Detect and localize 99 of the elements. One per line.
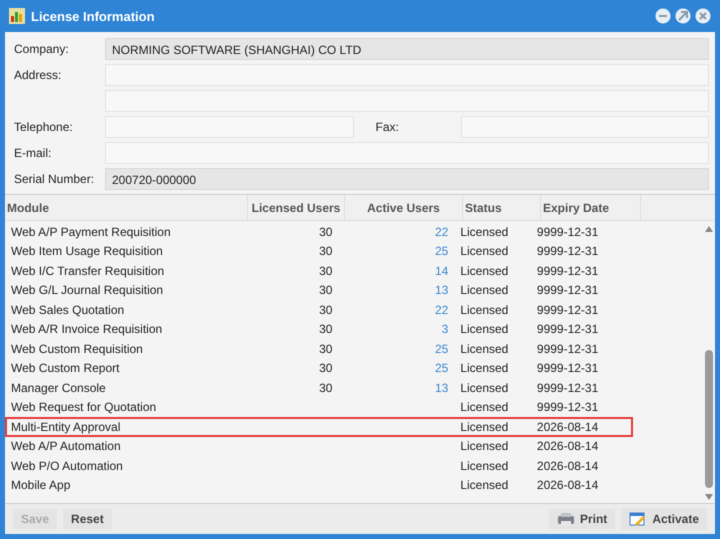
column-header[interactable]: Status: [463, 195, 541, 220]
table-cell-text: Web G/L Journal Requisition: [10, 283, 164, 298]
table-cell-text: Web Item Usage Requisition: [10, 244, 164, 258]
footer-button[interactable]: Reset: [63, 509, 112, 529]
table-cell-text: 3: [440, 322, 450, 336]
table-cell-text: Licensed: [459, 380, 510, 395]
table-cell-text: 2026-08-14: [536, 458, 600, 473]
table-cell-text: 13: [434, 380, 450, 395]
table-row[interactable]: Web A/P Payment Requisition 30 22 Licensed 9999-12-31: [5, 222, 633, 242]
table-cell-text: Web P/O Automation: [10, 458, 124, 473]
table-row[interactable]: Web G/L Journal Requisition 30 13 Licensed 9999-12-31: [5, 280, 633, 300]
table-cell-text: Licensed: [459, 322, 510, 336]
table-row[interactable]: Web Custom Report 30 25 Licensed 9999-12-31: [5, 358, 633, 378]
table-cell-text: 22: [434, 302, 450, 317]
table-row[interactable]: Web Custom Requisition 30 25 Licensed 9999-12-31: [5, 339, 633, 358]
table-cell-text: 25: [434, 342, 450, 356]
table-cell-text: 30: [318, 224, 334, 239]
table-cell-text: 30: [318, 244, 334, 258]
table-cell-text: 9999-12-31: [536, 380, 600, 395]
table-row[interactable]: Web I/C Transfer Requisition 30 14 Licensed 9999-12-31: [5, 261, 633, 280]
window-title: License Information: [31, 8, 155, 24]
field-label: Telephone:: [13, 120, 74, 134]
table-cell-text: 2026-08-14: [536, 478, 600, 492]
field-label: Serial Number:: [13, 172, 96, 186]
table-cell-text: 13: [434, 283, 450, 298]
table-cell-text: Web Request for Quotation: [10, 400, 158, 414]
field-label: Fax:: [374, 120, 400, 134]
input-field[interactable]: NORMING SOFTWARE (SHANGHAI) CO LTD: [105, 38, 709, 60]
table-cell-text: Licensed: [459, 224, 510, 239]
column-header[interactable]: Expiry Date: [541, 195, 641, 220]
table-cell-text: 30: [318, 264, 334, 278]
table-cell-text: 9999-12-31: [536, 224, 600, 239]
table-cell-text: 30: [318, 380, 334, 395]
column-header[interactable]: Active Users: [345, 195, 463, 220]
table-cell-text: Web A/P Automation: [10, 439, 122, 454]
print-button[interactable]: Print: [548, 509, 616, 529]
pencil-window-icon: [629, 511, 648, 527]
table-row[interactable]: Web P/O Automation Licensed 2026-08-14: [5, 456, 633, 476]
table-cell-text: Multi-Entity Approval: [10, 420, 122, 434]
column-header[interactable]: Module: [5, 195, 248, 220]
input-field[interactable]: 200720-000000: [105, 168, 709, 190]
table-cell-text: 25: [434, 361, 450, 376]
table-cell-text: Licensed: [459, 439, 510, 454]
table-cell-text: Web Custom Report: [10, 361, 120, 376]
table-cell-text: Licensed: [459, 264, 510, 278]
table-cell-text: Licensed: [459, 244, 510, 258]
minimize-icon[interactable]: [655, 8, 671, 24]
table-cell-text: 30: [318, 302, 334, 317]
table-row[interactable]: Manager Console 30 13 Licensed 9999-12-31: [5, 378, 633, 398]
table-cell-text: Licensed: [459, 420, 510, 434]
table-cell-text: Web A/P Payment Requisition: [10, 224, 172, 239]
table-cell-text: 14: [434, 264, 450, 278]
table-cell-text: Licensed: [459, 478, 510, 492]
table-cell-text: 9999-12-31: [536, 264, 600, 278]
table-cell-text: 9999-12-31: [536, 244, 600, 258]
table-cell-text: Mobile App: [10, 478, 72, 492]
table-cell-text: 9999-12-31: [536, 342, 600, 356]
table-row[interactable]: Web A/R Invoice Requisition 30 3 Licensed 9999-12-31: [5, 320, 633, 339]
scroll-up-icon[interactable]: [704, 225, 714, 233]
table-cell-text: Licensed: [459, 400, 510, 414]
field-label: Company:: [13, 42, 70, 56]
table-cell-text: 30: [318, 322, 334, 336]
table-cell-text: Licensed: [459, 283, 510, 298]
table-row[interactable]: Web A/P Automation Licensed 2026-08-14: [5, 436, 633, 456]
table-cell-text: Web Sales Quotation: [10, 302, 126, 317]
scroll-down-icon[interactable]: [704, 493, 714, 501]
table-cell-text: 9999-12-31: [536, 361, 600, 376]
activate-button[interactable]: Activate: [621, 508, 707, 530]
chart-icon: [9, 8, 25, 24]
table-cell-text: 9999-12-31: [536, 400, 600, 414]
table-cell-text: 22: [434, 224, 450, 239]
table-row[interactable]: Web Item Usage Requisition 30 25 Licensed 9999-12-31: [5, 242, 633, 261]
column-header[interactable]: Licensed Users: [248, 195, 345, 220]
restore-icon[interactable]: [675, 8, 691, 24]
table-cell-text: 25: [434, 244, 450, 258]
table-row[interactable]: Web Sales Quotation 30 22 Licensed 9999-12-31: [5, 300, 633, 320]
printer-icon: [556, 512, 575, 526]
close-icon[interactable]: [695, 8, 711, 24]
table-row[interactable]: Web Request for Quotation Licensed 9999-12-31: [5, 398, 633, 417]
table-cell-text: Web A/R Invoice Requisition: [10, 322, 164, 336]
table-cell-text: 30: [318, 342, 334, 356]
table-cell-text: 9999-12-31: [536, 322, 600, 336]
table-row[interactable]: Mobile App Licensed 2026-08-14: [5, 476, 633, 495]
table-cell-text: Licensed: [459, 342, 510, 356]
table-cell-text: Manager Console: [10, 380, 107, 395]
table-cell-text: 2026-08-14: [536, 420, 600, 434]
table-cell-text: 30: [318, 361, 334, 376]
table-cell-text: 9999-12-31: [536, 302, 600, 317]
table-cell-text: 9999-12-31: [536, 283, 600, 298]
field-label: E-mail:: [13, 146, 52, 160]
table-cell-text: 2026-08-14: [536, 439, 600, 454]
table-cell-text: Web I/C Transfer Requisition: [10, 264, 166, 278]
table-row[interactable]: Multi-Entity Approval Licensed 2026-08-14: [5, 417, 633, 436]
table-cell-text: Licensed: [459, 302, 510, 317]
table-cell-text: 30: [318, 283, 334, 298]
table-cell-text: Licensed: [459, 458, 510, 473]
table-cell-text: Web Custom Requisition: [10, 342, 144, 356]
field-label: Address:: [13, 68, 62, 82]
table-cell-text: Licensed: [459, 361, 510, 376]
